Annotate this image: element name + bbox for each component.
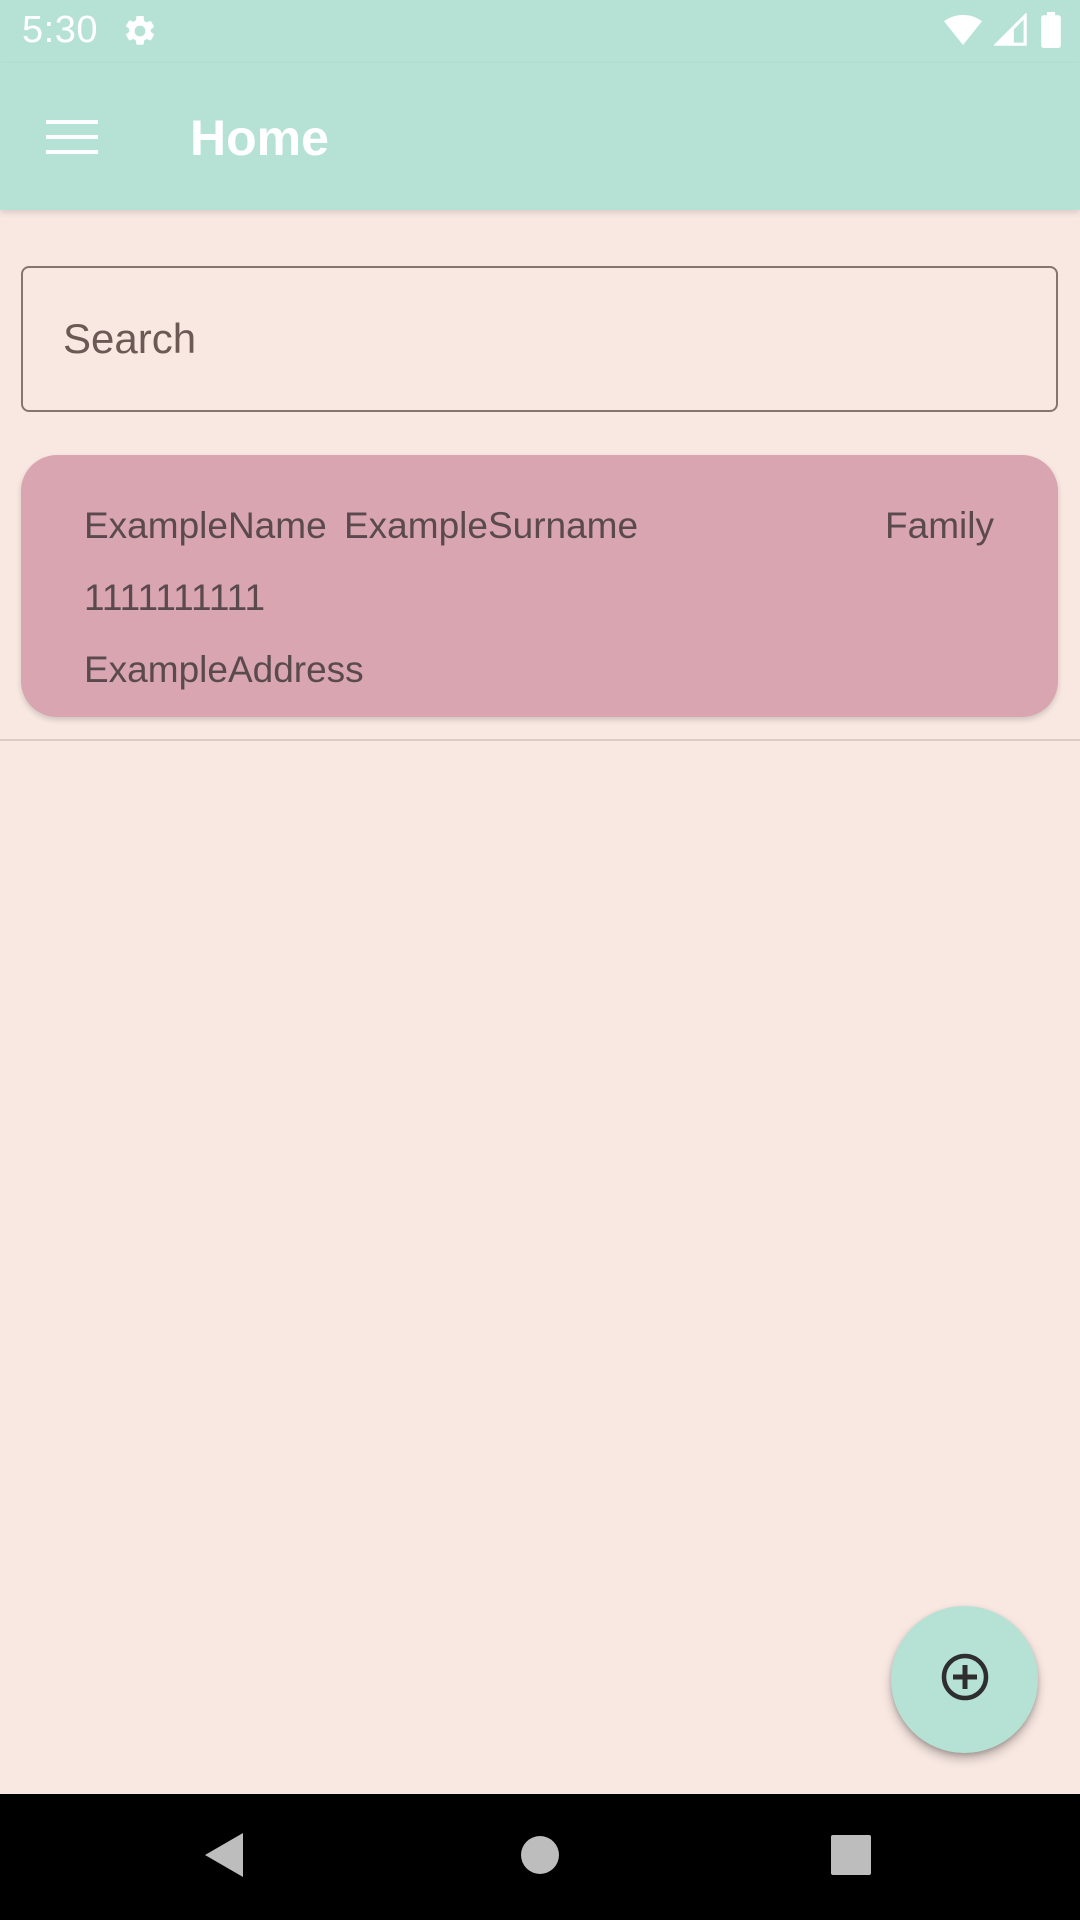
back-button[interactable]: [192, 1824, 258, 1890]
contact-group: Family: [885, 505, 994, 546]
contact-surname: ExampleSurname: [344, 505, 639, 546]
add-contact-button[interactable]: [891, 1606, 1038, 1753]
list-divider: [0, 739, 1080, 741]
home-icon: [518, 1833, 562, 1882]
status-icons: [944, 11, 1062, 53]
home-button[interactable]: [507, 1824, 573, 1890]
gear-icon: [122, 13, 158, 49]
hamburger-menu-icon: [46, 117, 98, 162]
menu-button[interactable]: [36, 103, 108, 175]
add-circle-icon: [940, 1652, 990, 1707]
recents-icon: [830, 1834, 872, 1881]
navigation-bar: [0, 1794, 1080, 1920]
app-bar: Home: [0, 63, 1080, 210]
status-time: 5:30: [22, 9, 98, 51]
page-title: Home: [190, 110, 329, 166]
recents-button[interactable]: [818, 1824, 884, 1890]
signal-icon: [993, 11, 1028, 52]
wifi-icon: [944, 13, 982, 52]
battery-icon: [1040, 11, 1062, 53]
search-input[interactable]: [63, 268, 1013, 409]
contact-address: ExampleAddress: [84, 649, 364, 690]
contact-name: ExampleName: [84, 505, 327, 546]
contact-phone: 1111111111: [84, 577, 266, 618]
back-icon: [201, 1831, 249, 1884]
status-bar: 5:30: [0, 0, 1080, 63]
search-field[interactable]: [21, 266, 1058, 412]
contact-card[interactable]: ExampleName ExampleSurname Family 111111…: [21, 455, 1058, 717]
